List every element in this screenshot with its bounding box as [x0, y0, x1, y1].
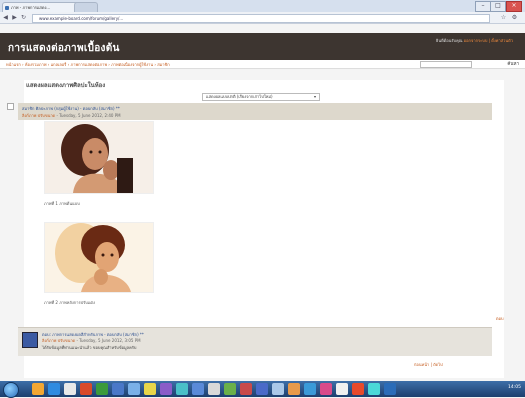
url-input[interactable]: www.example-board.com/forum/gallery/... — [32, 14, 490, 23]
ie-icon[interactable] — [48, 383, 60, 395]
breadcrumb-bar: หน้าแรก › ห้องรวมภาพ › แกลเลอรี่ › ภาพกา… — [0, 60, 525, 69]
back-icon[interactable]: ◀ — [2, 14, 9, 21]
reply-body: ได้รับข้อมูลที่ท่านแนะนำแล้ว ขอบคุณสำหรั… — [42, 345, 137, 350]
user-links: ยินดีต้อนรับคุณ ออกจากระบบ | ตั้งค่าส่วน… — [436, 37, 513, 44]
chevron-down-icon: ▾ — [313, 94, 316, 99]
app-icon[interactable] — [176, 383, 188, 395]
account-links[interactable]: ออกจากระบบ | ตั้งค่าส่วนตัว — [464, 38, 513, 43]
app-icon[interactable] — [368, 383, 380, 395]
system-tray: 14:05 — [508, 385, 521, 390]
tray-clock[interactable]: 14:05 — [508, 385, 521, 390]
search-button[interactable]: ค้นหา — [507, 60, 519, 67]
reply-link[interactable]: ตอบ — [496, 315, 504, 322]
post-header: สมาชิก ศิลปะภาพ (กลุ่มผู้ใช้งาน) - ตอบกล… — [18, 103, 492, 120]
site-title[interactable]: การแสดงต่อภาพเบื้องต้น — [8, 41, 120, 56]
pagination[interactable]: ก่อนหน้า | ถัดไป — [414, 361, 443, 368]
image-caption-1: ภาพที่ 1 ภาพต้นแบบ — [44, 201, 80, 206]
forward-icon[interactable]: ▶ — [11, 14, 18, 21]
app-icon[interactable] — [240, 383, 252, 395]
favicon-icon — [5, 6, 9, 10]
wrench-icon[interactable]: ⚙ — [511, 14, 518, 21]
app-icon[interactable] — [208, 383, 220, 395]
breadcrumb[interactable]: หน้าแรก › ห้องรวมภาพ › แกลเลอรี่ › ภาพกา… — [6, 61, 406, 68]
app-icon[interactable] — [288, 383, 300, 395]
app-icon[interactable] — [256, 383, 268, 395]
excel-icon[interactable] — [96, 383, 108, 395]
word-icon[interactable] — [112, 383, 124, 395]
reply-meta-link[interactable]: ลิงก์ภาพ ปรับขนาด — [42, 338, 75, 343]
post-image-2[interactable] — [44, 222, 154, 293]
post-date: - Tuesday, 5 June 2012, 2:40 PM — [56, 113, 121, 118]
reply-meta: ลิงก์ภาพ ปรับขนาด - Tuesday, 5 June 2012… — [42, 337, 141, 344]
minimize-icon[interactable]: – — [475, 1, 491, 12]
tab-label: ภาพ - ภาพการแสดง... — [11, 5, 51, 10]
app-icon[interactable] — [336, 383, 348, 395]
reply-date: - Tuesday, 5 June 2012, 3:05 PM — [76, 338, 141, 343]
app-icon[interactable] — [224, 383, 236, 395]
close-icon[interactable]: × — [506, 1, 522, 12]
reply-post: ตอบ: ภาพการแสดงผลสีสำหรับภาพ - ตอบกลับ (… — [18, 327, 492, 356]
display-mode-select[interactable]: แสดงผลแบบปกติ (เรียงจากเก่าไปใหม่) ▾ — [202, 93, 320, 101]
site-header: การแสดงต่อภาพเบื้องต้น ยินดีต้อนรับคุณ อ… — [0, 33, 525, 60]
reload-icon[interactable]: ↻ — [20, 14, 27, 21]
search-input[interactable] — [420, 61, 472, 68]
app-icon[interactable] — [352, 383, 364, 395]
post-meta: ลิงก์ภาพ ปรับขนาด - Tuesday, 5 June 2012… — [22, 112, 121, 119]
taskbar: 14:05 — [0, 381, 525, 398]
display-mode-value: แสดงผลแบบปกติ (เรียงจากเก่าไปใหม่) — [206, 94, 273, 99]
star-icon[interactable]: ☆ — [500, 14, 507, 21]
welcome-text: ยินดีต้อนรับคุณ — [435, 38, 463, 43]
post-meta-link[interactable]: ลิงก์ภาพ ปรับขนาด — [22, 113, 55, 118]
post-checkbox[interactable] — [7, 103, 14, 110]
image-caption-2: ภาพที่ 2 ภาพหลังการปรับแต่ง — [44, 300, 95, 305]
app-icon[interactable] — [192, 383, 204, 395]
address-bar-row: ◀ ▶ ↻ www.example-board.com/forum/galler… — [0, 12, 525, 24]
app-icon[interactable] — [160, 383, 172, 395]
folder-icon[interactable] — [64, 383, 76, 395]
maximize-icon[interactable]: □ — [490, 1, 506, 12]
app-icon[interactable] — [128, 383, 140, 395]
media-icon[interactable] — [80, 383, 92, 395]
app-icon[interactable] — [320, 383, 332, 395]
explorer-icon[interactable] — [32, 383, 44, 395]
start-button[interactable] — [3, 382, 19, 398]
post-image-1[interactable] — [44, 121, 154, 194]
app-icon[interactable] — [384, 383, 396, 395]
avatar[interactable] — [22, 332, 38, 348]
app-icon[interactable] — [272, 383, 284, 395]
post-author[interactable]: สมาชิก ศิลปะภาพ (กลุ่มผู้ใช้งาน) - ตอบกล… — [22, 105, 120, 112]
page-title: แสดงผลแสดงภาพศิลปะในห้อง — [26, 82, 106, 89]
app-icon[interactable] — [304, 383, 316, 395]
app-icon[interactable] — [144, 383, 156, 395]
browser-tab-bar: ภาพ - ภาพการแสดง... – □ × — [0, 0, 525, 13]
